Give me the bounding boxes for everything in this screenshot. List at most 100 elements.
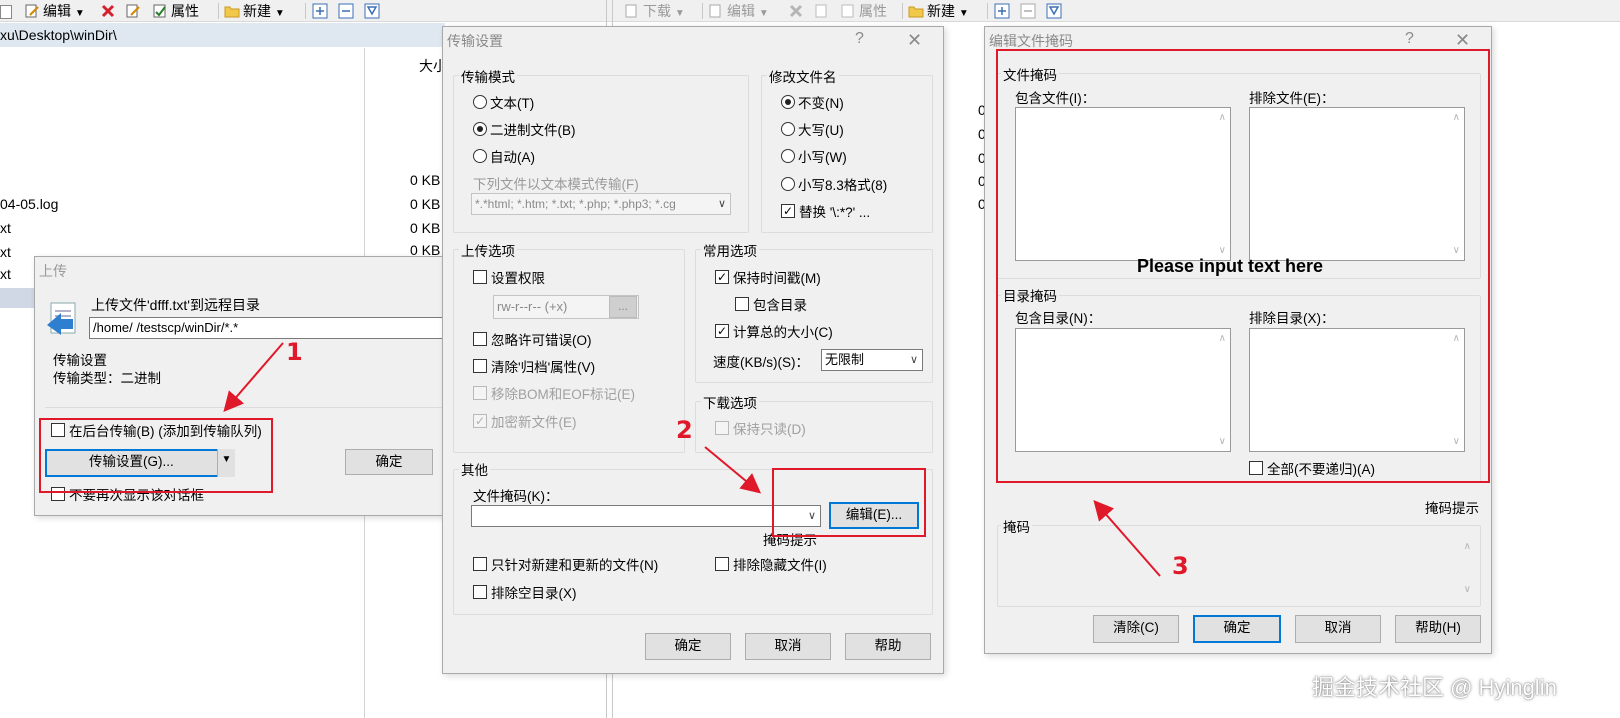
remote-path-input[interactable]: /home/ /testscp/winDir/*.* xyxy=(89,317,455,339)
file-size: 0 KB xyxy=(410,220,441,236)
exclude-hidden-checkbox[interactable]: 排除隐藏文件(I) xyxy=(715,555,827,573)
download-icon xyxy=(625,4,637,18)
cancel-button[interactable]: 取消 xyxy=(1295,615,1381,643)
keep-timestamp-checkbox[interactable]: ✓ 保持时间戳(M) xyxy=(715,268,821,286)
mode-text-radio[interactable]: 文本(T) xyxy=(473,93,534,111)
toolbar-rename-button[interactable] xyxy=(125,1,144,21)
permissions-more-button[interactable]: ... xyxy=(609,296,637,318)
toolbar-new-button[interactable]: 新建 ▼ xyxy=(224,1,285,21)
calc-total-checkbox[interactable]: ✓ 计算总的大小(C) xyxy=(715,322,833,340)
annotation-number-2: 2 xyxy=(676,416,693,444)
rename-icon xyxy=(126,4,140,18)
mask-hint-link[interactable]: 掩码提示 xyxy=(1425,497,1479,517)
minus-box-icon xyxy=(1020,3,1036,19)
toolbar-download-button[interactable]: 下载 ▼ xyxy=(624,1,685,21)
include-dirs-checkbox[interactable]: 包含目录 xyxy=(735,295,807,313)
close-icon[interactable]: ✕ xyxy=(1455,30,1470,51)
annotation-box-3 xyxy=(996,49,1490,483)
upload-options-label: 上传选项 xyxy=(459,240,517,260)
rename-replace-checkbox[interactable]: ✓ 替换 '\:*?' ... xyxy=(781,202,870,220)
toolbar-expand-button[interactable] xyxy=(994,1,1013,21)
minus-box-icon xyxy=(338,3,354,19)
file-name[interactable]: 04-05.log xyxy=(0,196,58,212)
toolbar-expand-button[interactable] xyxy=(312,1,331,21)
clear-archive-checkbox[interactable]: 清除'归档'属性(V) xyxy=(473,357,595,375)
toolbar-edit-button[interactable] xyxy=(0,1,15,21)
local-path-bar[interactable]: xu\Desktop\winDir\ xyxy=(0,23,445,47)
rename-lower83-radio[interactable]: 小写8.3格式(8) xyxy=(781,175,887,193)
toolbar-delete-button[interactable] xyxy=(100,1,119,21)
file-mask-combo[interactable]: ∨ xyxy=(471,505,821,527)
toolbar-edit-button[interactable]: 编辑 ▼ xyxy=(708,1,769,21)
toolbar-separator xyxy=(987,3,988,19)
file-name[interactable]: xt xyxy=(0,220,11,236)
rename-icon xyxy=(815,4,827,18)
toolbar-filter-button[interactable] xyxy=(1046,1,1065,21)
ok-button[interactable]: 确定 xyxy=(1193,615,1281,643)
properties-icon xyxy=(841,4,854,18)
help-button[interactable]: 帮助 xyxy=(845,633,931,660)
annotation-number-3: 3 xyxy=(1172,552,1189,580)
divider xyxy=(45,407,455,408)
help-icon[interactable]: ? xyxy=(1405,30,1414,48)
rename-unchanged-radio[interactable]: 不变(N) xyxy=(781,93,844,111)
local-path: xu\Desktop\winDir\ xyxy=(0,27,117,43)
edit-icon xyxy=(25,4,39,18)
annotation-box-2 xyxy=(772,468,926,537)
mode-auto-radio[interactable]: 自动(A) xyxy=(473,147,535,165)
file-name[interactable]: xt xyxy=(0,244,11,260)
keep-readonly-checkbox[interactable]: 保持只读(D) xyxy=(715,419,806,437)
plus-box-icon xyxy=(312,3,328,19)
exclude-empty-checkbox[interactable]: 排除空目录(X) xyxy=(473,583,577,601)
remove-bom-checkbox[interactable]: 移除BOM和EOF标记(E) xyxy=(473,384,635,402)
scroll-down-icon[interactable]: ∨ xyxy=(1464,584,1471,595)
toolbar-collapse-button[interactable] xyxy=(338,1,357,21)
filter-icon xyxy=(364,3,380,19)
help-button[interactable]: 帮助(H) xyxy=(1395,615,1481,643)
common-options-label: 常用选项 xyxy=(701,240,759,260)
toolbar-delete-button[interactable] xyxy=(788,1,807,21)
transfer-settings-title: 传输设置 xyxy=(447,33,503,49)
ok-button[interactable]: 确定 xyxy=(345,449,433,475)
transfer-type-label: 传输类型：二进制 xyxy=(53,371,161,386)
mask-group-label: 掩码 xyxy=(1001,516,1032,536)
watermark: 掘金技术社区 @ Hyinglin xyxy=(1312,675,1557,700)
text-mode-files-combo[interactable]: *.*html; *.htm; *.txt; *.php; *.php3; *.… xyxy=(471,193,731,215)
scroll-up-icon[interactable]: ∧ xyxy=(1464,541,1471,552)
toolbar-separator xyxy=(902,3,903,19)
toolbar-edit-button[interactable]: 编辑 ▼ xyxy=(24,1,85,21)
edit-icon xyxy=(0,5,12,19)
mode-binary-radio[interactable]: 二进制文件(B) xyxy=(473,120,576,138)
ok-button[interactable]: 确定 xyxy=(645,633,731,660)
ignore-perm-errors-checkbox[interactable]: 忽略许可错误(O) xyxy=(473,330,592,348)
set-permissions-checkbox[interactable]: 设置权限 xyxy=(473,268,545,286)
new-folder-icon xyxy=(224,6,240,18)
encrypt-new-checkbox[interactable]: ✓ 加密新文件(E) xyxy=(473,412,577,430)
mask-preview-text: ∧ ∨ xyxy=(1005,535,1475,601)
toolbar-new-button[interactable]: 新建 ▼ xyxy=(908,1,969,21)
close-icon[interactable]: ✕ xyxy=(907,30,922,51)
clear-button[interactable]: 清除(C) xyxy=(1093,615,1179,643)
delete-icon xyxy=(101,4,115,18)
edit-mask-title: 编辑文件掩码 xyxy=(989,33,1073,49)
file-mask-label: 文件掩码(K)： xyxy=(473,489,559,504)
filter-icon xyxy=(1046,3,1062,19)
toolbar-rename-button[interactable] xyxy=(814,1,833,21)
file-size: 0 KB xyxy=(410,172,441,188)
edit-icon xyxy=(709,4,721,18)
rename-lower-radio[interactable]: 小写(W) xyxy=(781,147,847,165)
file-name[interactable]: xt xyxy=(0,266,11,282)
help-icon[interactable]: ? xyxy=(855,30,864,48)
toolbar-properties-button[interactable]: 属性 xyxy=(152,1,199,21)
toolbar-collapse-button[interactable] xyxy=(1020,1,1039,21)
file-size: 0 KB xyxy=(410,196,441,212)
cancel-button[interactable]: 取消 xyxy=(745,633,831,660)
only-new-checkbox[interactable]: 只针对新建和更新的文件(N) xyxy=(473,555,658,573)
selected-row[interactable] xyxy=(0,288,34,308)
toolbar-filter-button[interactable] xyxy=(364,1,383,21)
speed-select[interactable]: 无限制 ∨ xyxy=(821,349,923,371)
download-options-label: 下载选项 xyxy=(701,392,759,412)
rename-upper-radio[interactable]: 大写(U) xyxy=(781,120,844,138)
speed-label: 速度(KB/s)(S)： xyxy=(713,355,809,370)
toolbar-properties-button[interactable]: 属性 xyxy=(840,1,887,21)
